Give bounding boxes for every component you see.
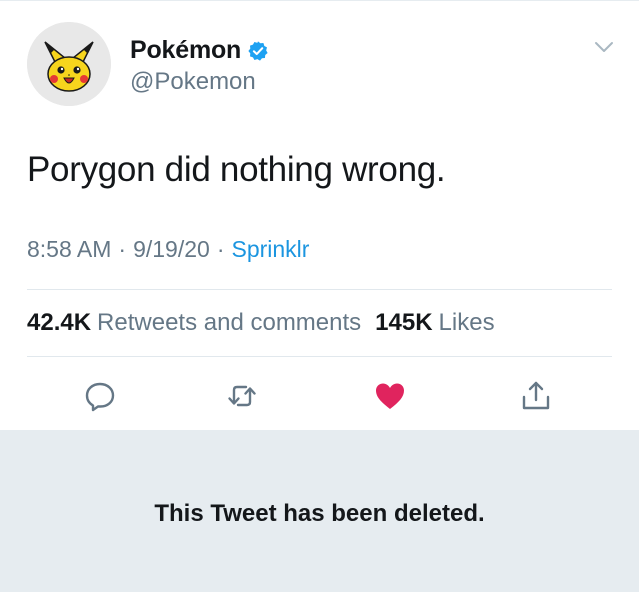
- retweets-count[interactable]: 42.4K: [27, 309, 91, 337]
- retweets-label[interactable]: Retweets and comments: [97, 309, 361, 337]
- retweet-icon: [228, 385, 256, 407]
- meta-separator: ·: [216, 236, 225, 262]
- tweet-text: Porygon did nothing wrong.: [27, 150, 446, 189]
- likes-label[interactable]: Likes: [439, 309, 495, 337]
- verified-badge-icon: [248, 40, 268, 61]
- top-border: [0, 0, 639, 1]
- tweet-source-link[interactable]: Sprinklr: [231, 236, 309, 263]
- tweet-meta: 8:58 AM · 9/19/20 · Sprinklr: [27, 236, 309, 263]
- reply-icon: [85, 382, 115, 412]
- share-icon: [522, 381, 550, 410]
- display-name[interactable]: Pokémon: [130, 36, 241, 65]
- likes-count[interactable]: 145K: [375, 309, 432, 337]
- like-button[interactable]: [370, 376, 410, 416]
- tweet-stats: 42.4K Retweets and comments 145K Likes: [27, 309, 495, 337]
- divider: [27, 356, 612, 357]
- pikachu-face-icon: [27, 22, 111, 106]
- deleted-tweet-banner: This Tweet has been deleted.: [0, 430, 639, 592]
- tweet-time[interactable]: 8:58 AM: [27, 236, 111, 263]
- chevron-down-icon[interactable]: [594, 40, 614, 54]
- tweet-card: Pokémon @Pokemon Porygon did nothing wro…: [0, 0, 639, 430]
- deleted-notice-text: This Tweet has been deleted.: [154, 500, 485, 527]
- tweet-date[interactable]: 9/19/20: [133, 236, 210, 263]
- retweet-button[interactable]: [222, 376, 262, 416]
- heart-icon: [376, 383, 404, 409]
- divider: [27, 289, 612, 290]
- meta-separator: ·: [118, 236, 127, 262]
- share-button[interactable]: [516, 376, 556, 416]
- avatar[interactable]: [27, 22, 111, 106]
- tweet-actions: [0, 372, 639, 420]
- author-name-row[interactable]: Pokémon: [130, 36, 269, 65]
- reply-button[interactable]: [80, 376, 120, 416]
- author-handle[interactable]: @Pokemon: [130, 68, 256, 96]
